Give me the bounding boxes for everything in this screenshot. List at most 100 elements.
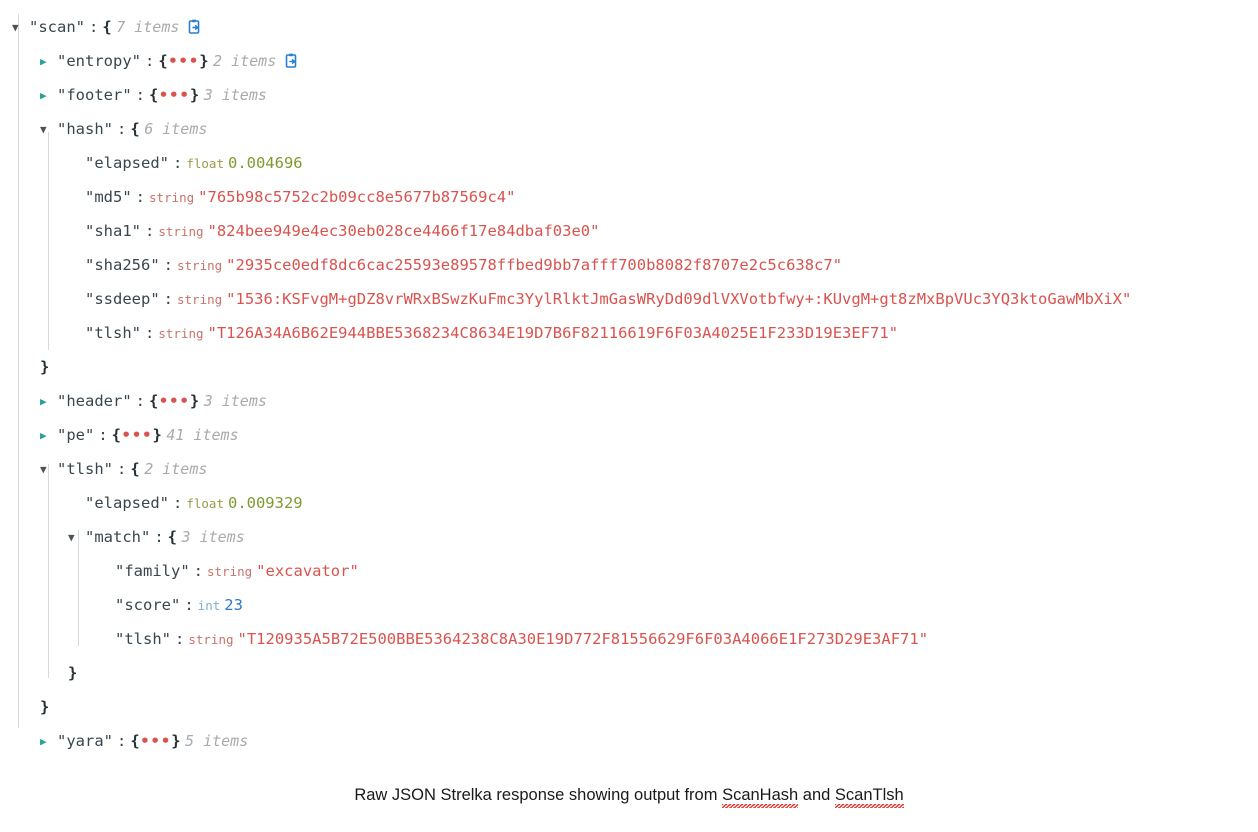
json-value: 0.004696: [227, 154, 303, 172]
json-item-count: 2 items: [144, 460, 208, 478]
json-value: "765b98c5752c2b09cc8e5677b87569c4": [198, 188, 516, 206]
json-item-count: 2 items: [213, 52, 277, 70]
json-type-label: float: [186, 156, 224, 171]
json-open-brace: {: [111, 426, 122, 444]
json-key: "elapsed": [85, 494, 169, 512]
json-row-hash-close: }: [0, 350, 1258, 384]
json-row-header[interactable]: ▶ "header": {•••} 3 items: [0, 384, 1258, 418]
json-close-brace: }: [199, 52, 210, 70]
disclosure-triangle-open-icon[interactable]: ▼: [12, 11, 24, 45]
json-colon: :: [145, 324, 155, 342]
json-colon: :: [98, 426, 108, 444]
json-colon: :: [117, 732, 127, 750]
json-key: "sha256": [85, 256, 160, 274]
json-row-tlsh-match[interactable]: ▼ "match":{3 items: [0, 520, 1258, 554]
json-key: "footer": [57, 86, 132, 104]
caption-misspelled-scantlsh: ScanTlsh: [834, 786, 904, 808]
json-colon: :: [135, 86, 145, 104]
json-value: "T126A34A6B62E944BBE5368234C8634E19D7B6F…: [207, 324, 899, 342]
disclosure-triangle-closed-icon[interactable]: ▶: [40, 419, 52, 453]
json-row-tlsh-close: }: [0, 690, 1258, 724]
json-type-label: string: [158, 224, 204, 239]
clipboard-copy-icon[interactable]: [284, 47, 299, 68]
json-row-pe[interactable]: ▶ "pe": {•••} 41 items: [0, 418, 1258, 452]
json-open-brace: {: [130, 120, 141, 138]
json-row-hash-md5[interactable]: "md5": string "765b98c5752c2b09cc8e5677b87…: [0, 180, 1258, 214]
json-colon: :: [117, 460, 127, 478]
json-item-count: 5 items: [185, 732, 249, 750]
json-collapsed-dots: •••: [158, 392, 190, 410]
json-row-match-score[interactable]: "score": int 23: [0, 588, 1258, 622]
json-value: 23: [224, 596, 243, 614]
disclosure-triangle-closed-icon[interactable]: ▶: [40, 725, 52, 759]
json-row-match-close: }: [0, 656, 1258, 690]
json-row-hash-ssdeep[interactable]: "ssdeep": string "1536:KSFvgM+gDZ8vrWRxBSw…: [0, 282, 1258, 316]
disclosure-triangle-closed-icon[interactable]: ▶: [40, 79, 52, 113]
json-item-count: 3 items: [203, 392, 267, 410]
json-type-label: string: [188, 632, 234, 647]
json-colon: :: [163, 290, 173, 308]
json-type-label: string: [207, 564, 253, 579]
disclosure-triangle-closed-icon[interactable]: ▶: [40, 385, 52, 419]
json-type-label: float: [186, 496, 224, 511]
json-item-count: 7 items: [116, 18, 180, 36]
json-collapsed-dots: •••: [158, 86, 190, 104]
json-row-hash-elapsed[interactable]: "elapsed": float 0.004696: [0, 146, 1258, 180]
json-type-label: int: [197, 598, 221, 613]
json-key: "elapsed": [85, 154, 169, 172]
caption-part-2: and: [798, 786, 835, 804]
json-open-brace: {: [167, 528, 178, 546]
json-collapsed-dots: •••: [121, 426, 153, 444]
json-row-hash-sha256[interactable]: "sha256": string "2935ce0edf8dc6cac25593e8…: [0, 248, 1258, 282]
json-colon: :: [173, 494, 183, 512]
disclosure-triangle-open-icon[interactable]: ▼: [40, 453, 52, 487]
json-collapsed-dots: •••: [140, 732, 172, 750]
json-item-count: 3 items: [203, 86, 267, 104]
json-row-tlsh[interactable]: ▼ "tlsh":{2 items: [0, 452, 1258, 486]
json-colon: :: [163, 256, 173, 274]
json-key: "family": [115, 562, 190, 580]
json-value: "2935ce0edf8dc6cac25593e89578ffbed9bb7af…: [226, 256, 843, 274]
json-close-brace: }: [189, 86, 200, 104]
json-close-brace: }: [40, 698, 50, 716]
json-row-tlsh-elapsed[interactable]: "elapsed": float 0.009329: [0, 486, 1258, 520]
json-item-count: 6 items: [144, 120, 208, 138]
json-key: "match": [85, 528, 151, 546]
json-key: "scan": [29, 18, 85, 36]
json-colon: :: [193, 562, 203, 580]
json-colon: :: [175, 630, 185, 648]
json-close-brace: }: [171, 732, 182, 750]
json-value: "T120935A5B72E500BBE5364238C8A30E19D772F…: [237, 630, 929, 648]
json-colon: :: [145, 52, 155, 70]
json-row-scan[interactable]: ▼ "scan":{7 items: [0, 10, 1258, 44]
json-row-yara[interactable]: ▶ "yara": {•••} 5 items: [0, 724, 1258, 758]
json-row-match-family[interactable]: "family": string "excavator": [0, 554, 1258, 588]
json-row-hash-tlsh[interactable]: "tlsh": string "T126A34A6B62E944BBE5368234…: [0, 316, 1258, 350]
json-key: "score": [115, 596, 181, 614]
json-row-match-tlsh[interactable]: "tlsh": string "T120935A5B72E500BBE5364238…: [0, 622, 1258, 656]
json-type-label: string: [149, 190, 195, 205]
json-close-brace: }: [40, 358, 50, 376]
json-colon: :: [117, 120, 127, 138]
json-open-brace: {: [130, 732, 141, 750]
json-value: "excavator": [256, 562, 359, 580]
json-row-hash-sha1[interactable]: "sha1": string "824bee949e4ec30eb028ce4466…: [0, 214, 1258, 248]
json-open-brace: {: [149, 392, 159, 410]
json-colon: :: [173, 154, 183, 172]
json-colon: :: [135, 392, 145, 410]
json-open-brace: {: [102, 18, 113, 36]
json-row-footer[interactable]: ▶ "footer": {•••} 3 items: [0, 78, 1258, 112]
clipboard-copy-icon[interactable]: [187, 13, 202, 34]
disclosure-triangle-open-icon[interactable]: ▼: [40, 113, 52, 147]
json-collapsed-dots: •••: [168, 52, 200, 70]
json-row-entropy[interactable]: ▶ "entropy": {•••} 2 items: [0, 44, 1258, 78]
disclosure-triangle-closed-icon[interactable]: ▶: [40, 45, 52, 79]
json-value: "1536:KSFvgM+gDZ8vrWRxBSwzKuFmc3YylRlktJ…: [226, 290, 1132, 308]
json-type-label: string: [177, 258, 223, 273]
json-colon: :: [154, 528, 164, 546]
json-row-hash[interactable]: ▼ "hash":{6 items: [0, 112, 1258, 146]
json-close-brace: }: [189, 392, 200, 410]
disclosure-triangle-open-icon[interactable]: ▼: [68, 521, 80, 555]
json-value: "824bee949e4ec30eb028ce4466f17e84dbaf03e…: [207, 222, 600, 240]
json-key: "sha1": [85, 222, 141, 240]
